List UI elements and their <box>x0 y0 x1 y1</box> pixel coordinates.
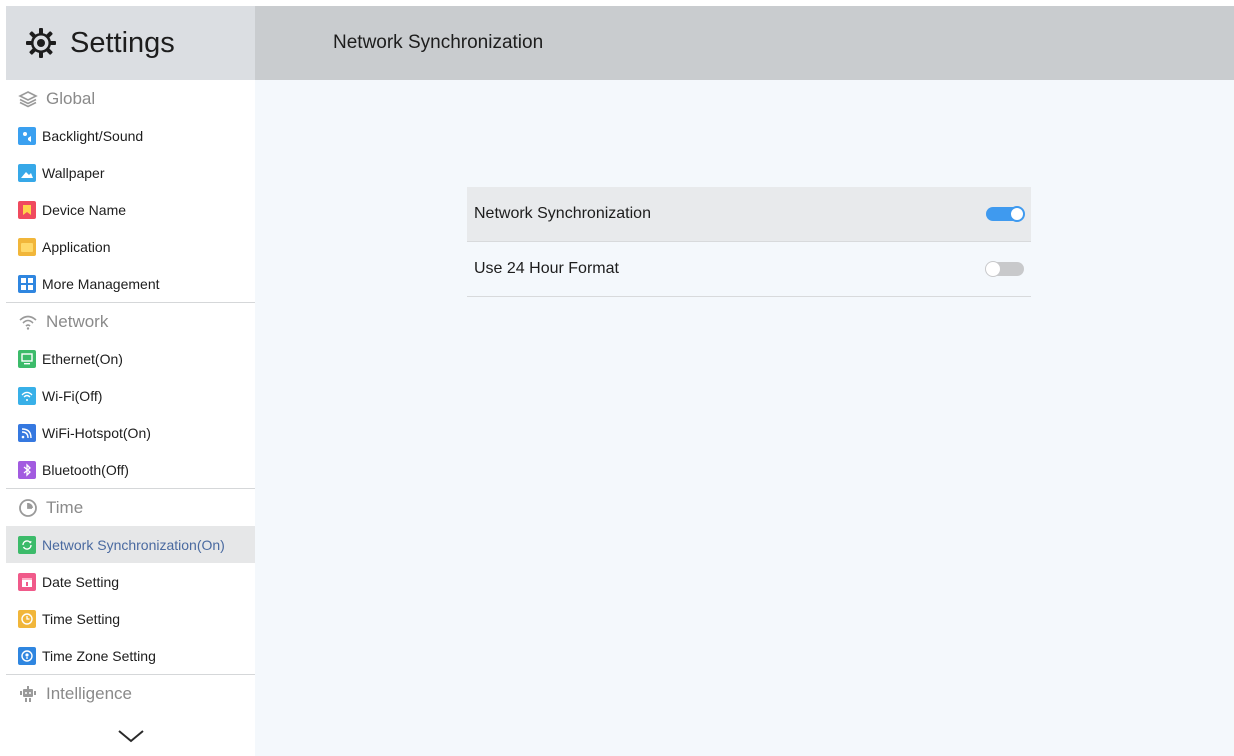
sidebar-item-label: Time Zone Setting <box>42 647 156 664</box>
section-time: Time <box>6 489 255 526</box>
sidebar-item-label: Device Name <box>42 201 127 218</box>
use-24-hour-format-row[interactable]: Use 24 Hour Format <box>467 242 1031 297</box>
sidebar-item-label: Date Setting <box>42 573 120 590</box>
hotspot-icon <box>18 423 36 442</box>
layers-icon <box>18 90 38 107</box>
sidebar-item-backlight-sound[interactable]: Backlight/Sound <box>6 117 255 154</box>
sidebar-item-label: More Management <box>42 275 160 292</box>
sidebar-item-wifi[interactable]: Wi-Fi(Off) <box>6 377 255 414</box>
sidebar-item-date-setting[interactable]: Date Setting <box>6 563 255 600</box>
sidebar-item-label: WiFi-Hotspot(On) <box>42 424 151 441</box>
ethernet-icon <box>18 349 36 368</box>
sidebar-item-application[interactable]: Application <box>6 228 255 265</box>
section-label: Intelligence <box>46 683 133 703</box>
sidebar-item-time-setting[interactable]: Time Setting <box>6 600 255 637</box>
sidebar-item-label: Ethernet(On) <box>42 350 123 367</box>
sidebar-item-label: Application <box>42 238 111 255</box>
app-title: Settings <box>70 26 175 59</box>
scroll-more-button[interactable] <box>6 716 255 756</box>
sidebar-item-label: Network Synchronization(On) <box>42 536 225 553</box>
sidebar-item-label: Time Setting <box>42 610 121 627</box>
chevron-down-icon <box>117 730 144 743</box>
app-title-bar: Settings <box>6 6 255 80</box>
row-label: Use 24 Hour Format <box>474 260 619 277</box>
sidebar-item-time-zone-setting[interactable]: Time Zone Setting <box>6 637 255 674</box>
sidebar-item-bluetooth[interactable]: Bluetooth(Off) <box>6 451 255 488</box>
sidebar-item-more-management[interactable]: More Management <box>6 265 255 302</box>
sidebar-item-label: Wi-Fi(Off) <box>42 387 103 404</box>
device-name-icon <box>18 200 36 219</box>
network-synchronization-row[interactable]: Network Synchronization <box>467 187 1031 242</box>
settings-panel: Network Synchronization Use 24 Hour Form… <box>467 187 1031 297</box>
sidebar-item-label: Backlight/Sound <box>42 127 144 144</box>
time-setting-icon <box>18 609 36 628</box>
bluetooth-icon <box>18 460 36 479</box>
sidebar-item-label: Wallpaper <box>42 164 105 181</box>
wallpaper-icon <box>18 163 36 182</box>
sidebar: Global Backlight/Sound Wallpaper Device … <box>6 80 255 756</box>
settings-window: Settings Network Synchronization Global … <box>6 6 1234 756</box>
sidebar-item-label: Bluetooth(Off) <box>42 461 129 478</box>
sidebar-item-ethernet[interactable]: Ethernet(On) <box>6 340 255 377</box>
section-label: Time <box>46 497 84 517</box>
network-synchronization-toggle[interactable] <box>986 206 1025 222</box>
backlight-sound-icon <box>18 126 36 145</box>
section-label: Global <box>46 88 96 108</box>
section-network: Network <box>6 303 255 340</box>
toggle-knob <box>985 261 1001 277</box>
time-zone-icon <box>18 646 36 665</box>
row-label: Network Synchronization <box>474 205 651 222</box>
sidebar-item-wifi-hotspot[interactable]: WiFi-Hotspot(On) <box>6 414 255 451</box>
clock-icon <box>19 498 37 517</box>
robot-icon <box>20 685 36 702</box>
sync-icon <box>18 535 36 554</box>
section-intelligence: Intelligence <box>6 675 255 712</box>
gear-icon <box>26 28 56 58</box>
section-label: Network <box>46 311 109 331</box>
toggle-knob <box>1009 206 1025 222</box>
page-title: Network Synchronization <box>333 32 544 53</box>
wifi-tile-icon <box>18 386 36 405</box>
page-header: Network Synchronization <box>255 6 1234 80</box>
sidebar-item-wallpaper[interactable]: Wallpaper <box>6 154 255 191</box>
section-global: Global <box>6 80 255 117</box>
application-icon <box>18 237 36 256</box>
sidebar-item-network-synchronization[interactable]: Network Synchronization(On) <box>6 526 255 563</box>
more-management-icon <box>18 274 36 293</box>
header: Settings Network Synchronization <box>6 6 1234 80</box>
use-24-hour-format-toggle[interactable] <box>985 261 1024 277</box>
calendar-icon <box>18 572 36 591</box>
sidebar-item-device-name[interactable]: Device Name <box>6 191 255 228</box>
wifi-icon <box>19 315 37 330</box>
